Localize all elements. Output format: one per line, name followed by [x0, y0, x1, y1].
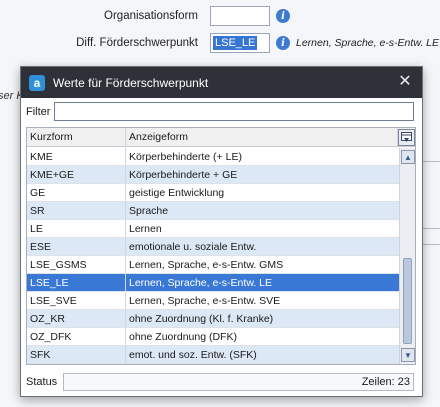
table-row[interactable]: OZ_KR ohne Zuordnung (Kl. f. Kranke) — [27, 310, 400, 328]
cell-kurzform: OZ_DFK — [27, 328, 126, 345]
dialog-title: Werte für Förderschwerpunkt — [53, 75, 209, 90]
cell-anzeigeform: Sprache — [129, 205, 169, 217]
cell-anzeigeform: Körperbehinderte + GE — [129, 169, 238, 181]
info-icon[interactable]: i — [276, 9, 290, 23]
cell-anzeigeform: geistige Entwicklung — [129, 187, 225, 199]
cell-anzeigeform: emotionale u. soziale Entw. — [129, 241, 257, 253]
table-row[interactable]: SR Sprache — [27, 202, 400, 220]
background-divider — [422, 244, 440, 245]
cell-kurzform: SR — [27, 202, 126, 219]
column-header-anzeigeform[interactable]: Anzeigeform — [126, 128, 398, 146]
table-row[interactable]: LSE_SVE Lernen, Sprache, e-s-Entw. SVE — [27, 292, 400, 310]
field-hint: Lernen, Sprache, e-s-Entw. LE — [296, 37, 439, 49]
field-label: Organisationsform — [104, 10, 198, 22]
table-row[interactable]: LSE_GSMS Lernen, Sprache, e-s-Entw. GMS — [27, 256, 400, 274]
table-row[interactable]: LE Lernen — [27, 220, 400, 238]
table-header: Kurzform Anzeigeform — [27, 128, 415, 147]
scrollbar-thumb[interactable] — [403, 258, 412, 344]
cell-kurzform: OZ_KR — [27, 310, 126, 327]
cell-anzeigeform: Körperbehinderte (+ LE) — [129, 151, 242, 163]
vertical-scrollbar[interactable]: ▲ ▼ — [399, 148, 415, 364]
cell-anzeigeform: ohne Zuordnung (Kl. f. Kranke) — [129, 313, 274, 325]
cell-anzeigeform: Lernen, Sprache, e-s-Entw. SVE — [129, 295, 281, 307]
foerderschwerpunkt-input[interactable]: LSE_LE — [210, 33, 270, 53]
column-chooser-icon[interactable] — [398, 129, 415, 146]
cell-anzeigeform: Lernen, Sprache, e-s-Entw. GMS — [129, 259, 284, 271]
cell-kurzform: LSE_GSMS — [27, 256, 126, 273]
cell-anzeigeform: Lernen — [129, 223, 162, 235]
cell-anzeigeform: emot. und soz. Entw. (SFK) — [129, 349, 257, 361]
dialog-titlebar[interactable]: a Werte für Förderschwerpunkt ✕ — [21, 67, 422, 98]
field-foerderschwerpunkt: Diff. Förderschwerpunkt LSE_LE i Lernen,… — [0, 33, 439, 53]
cell-anzeigeform: ohne Zuordnung (DFK) — [129, 331, 237, 343]
filter-input[interactable] — [54, 102, 415, 121]
value-picker-dialog: a Werte für Förderschwerpunkt ✕ Filter K… — [20, 66, 423, 397]
cell-kurzform: GE — [27, 184, 126, 201]
cell-kurzform: LSE_LE — [27, 274, 126, 291]
values-table: Kurzform Anzeigeform KME Körperbehinderte… — [26, 127, 416, 365]
background-divider — [422, 161, 440, 162]
table-row[interactable]: ESE emotionale u. soziale Entw. — [27, 238, 400, 256]
table-row[interactable]: KME Körperbehinderte (+ LE) — [27, 148, 400, 166]
app-logo-icon: a — [29, 74, 45, 91]
filter-label: Filter — [26, 105, 51, 118]
table-body: KME Körperbehinderte (+ LE) KME+GE Körperbe… — [27, 148, 400, 364]
column-header-kurzform[interactable]: Kurzform — [27, 128, 126, 146]
cell-anzeigeform: Lernen, Sprache, e-s-Entw. LE — [129, 277, 272, 289]
cell-kurzform: KME — [27, 148, 126, 165]
cell-kurzform: KME+GE — [27, 166, 126, 183]
table-row[interactable]: LSE_LE Lernen, Sprache, e-s-Entw. LE — [27, 274, 400, 292]
scroll-up-icon[interactable]: ▲ — [401, 150, 415, 164]
organisationsform-input[interactable] — [210, 6, 270, 26]
filter-row: Filter — [26, 102, 415, 121]
selected-value-text: LSE_LE — [213, 36, 258, 50]
cell-kurzform: LSE_SVE — [27, 292, 126, 309]
cell-kurzform: ESE — [27, 238, 126, 255]
table-row[interactable]: OZ_DFK ohne Zuordnung (DFK) — [27, 328, 400, 346]
cell-kurzform: SFK — [27, 346, 126, 363]
status-field: Zeilen: 23 — [63, 373, 414, 391]
background-divider — [422, 228, 440, 229]
info-icon[interactable]: i — [276, 36, 290, 50]
close-button[interactable]: ✕ — [396, 73, 414, 91]
field-organisationsform: Organisationsform i — [0, 6, 290, 26]
status-label: Status — [26, 376, 58, 388]
table-row[interactable]: GE geistige Entwicklung — [27, 184, 400, 202]
table-row[interactable]: KME+GE Körperbehinderte + GE — [27, 166, 400, 184]
table-row[interactable]: SFK emot. und soz. Entw. (SFK) — [27, 346, 400, 364]
scroll-down-icon[interactable]: ▼ — [401, 348, 415, 362]
field-label: Diff. Förderschwerpunkt — [76, 37, 198, 49]
status-bar: Status Zeilen: 23 — [26, 373, 418, 391]
cell-kurzform: LE — [27, 220, 126, 237]
